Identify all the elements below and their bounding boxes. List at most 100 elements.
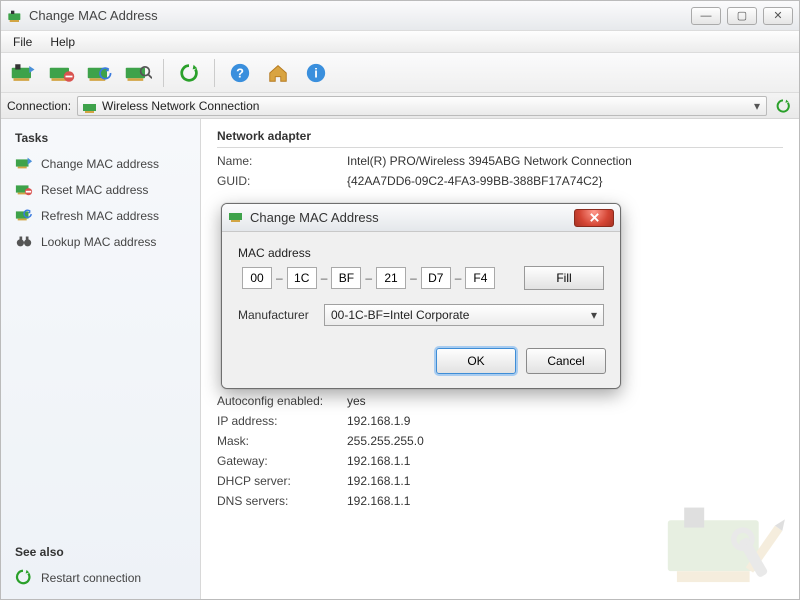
nic-arrow-icon: [15, 155, 33, 173]
maximize-button[interactable]: ▢: [727, 7, 757, 25]
task-refresh-mac[interactable]: Refresh MAC address: [1, 203, 200, 229]
menu-file[interactable]: File: [5, 33, 40, 51]
change-mac-dialog: Change MAC Address MAC address – – – – –…: [221, 203, 621, 389]
kv-key: Autoconfig enabled:: [217, 394, 347, 408]
kv-key: GUID:: [217, 174, 347, 188]
binoculars-icon: [15, 233, 33, 251]
kv-key: DHCP server:: [217, 474, 347, 488]
dash-separator: –: [455, 271, 462, 285]
toolbar-refresh-mac[interactable]: [83, 58, 117, 88]
toolbar-help[interactable]: ?: [223, 58, 257, 88]
kv-row: DNS servers: 192.168.1.1: [217, 494, 783, 508]
window-buttons: — ▢ ✕: [691, 7, 793, 25]
kv-key: Mask:: [217, 434, 347, 448]
dash-separator: –: [365, 271, 372, 285]
toolbar-separator: [163, 59, 164, 87]
toolbar-change-mac[interactable]: [7, 58, 41, 88]
cancel-button[interactable]: Cancel: [526, 348, 606, 374]
tasks-heading: Tasks: [15, 131, 186, 145]
task-reset-mac[interactable]: Reset MAC address: [1, 177, 200, 203]
dialog-buttons: OK Cancel: [222, 340, 620, 388]
kv-key: IP address:: [217, 414, 347, 428]
sidebar: Tasks Change MAC address Reset MAC addre…: [1, 119, 201, 599]
nic-refresh-icon: [15, 207, 33, 225]
refresh-icon: [15, 569, 33, 587]
dash-separator: –: [410, 271, 417, 285]
manufacturer-selected: 00-1C-BF=Intel Corporate: [331, 308, 469, 322]
task-restart-connection[interactable]: Restart connection: [1, 565, 200, 591]
app-icon: [7, 8, 23, 24]
connection-select[interactable]: Wireless Network Connection: [77, 96, 767, 116]
task-label: Lookup MAC address: [41, 235, 156, 249]
kv-row: Autoconfig enabled: yes: [217, 394, 783, 408]
manufacturer-row: Manufacturer 00-1C-BF=Intel Corporate: [238, 304, 604, 326]
watermark-icon: [661, 493, 791, 593]
mac-octet-5[interactable]: [421, 267, 451, 289]
connection-selected: Wireless Network Connection: [102, 99, 259, 113]
mac-octet-6[interactable]: [465, 267, 495, 289]
kv-key: Name:: [217, 154, 347, 168]
task-change-mac[interactable]: Change MAC address: [1, 151, 200, 177]
dialog-close-button[interactable]: [574, 209, 614, 227]
divider: [217, 147, 783, 148]
window-title: Change MAC Address: [29, 8, 691, 23]
kv-value: yes: [347, 394, 366, 408]
dialog-body: MAC address – – – – – Fill Manufacturer …: [222, 232, 620, 340]
kv-value: Intel(R) PRO/Wireless 3945ABG Network Co…: [347, 154, 632, 168]
toolbar-lookup-mac[interactable]: [121, 58, 155, 88]
mac-input-row: – – – – – Fill: [242, 266, 604, 290]
svg-text:i: i: [314, 65, 318, 80]
kv-key: Gateway:: [217, 454, 347, 468]
manufacturer-label: Manufacturer: [238, 308, 316, 322]
task-label: Restart connection: [41, 571, 141, 585]
toolbar-about[interactable]: i: [299, 58, 333, 88]
close-button[interactable]: ✕: [763, 7, 793, 25]
kv-row: GUID: {42AA7DD6-09C2-4FA3-99BB-388BF17A7…: [217, 174, 783, 188]
menu-help[interactable]: Help: [42, 33, 83, 51]
dialog-titlebar: Change MAC Address: [222, 204, 620, 232]
mac-label: MAC address: [238, 246, 604, 260]
toolbar-reset-mac[interactable]: [45, 58, 79, 88]
kv-value: 192.168.1.1: [347, 474, 410, 488]
section-heading: Network adapter: [217, 129, 783, 143]
see-also-heading: See also: [15, 545, 186, 559]
nic-icon: [82, 99, 98, 115]
toolbar-home[interactable]: [261, 58, 295, 88]
task-lookup-mac[interactable]: Lookup MAC address: [1, 229, 200, 255]
toolbar: ? i: [1, 53, 799, 93]
mac-octet-1[interactable]: [242, 267, 272, 289]
app-window: Change MAC Address — ▢ ✕ File Help ?: [0, 0, 800, 600]
kv-row: Mask: 255.255.255.0: [217, 434, 783, 448]
kv-value: 255.255.255.0: [347, 434, 424, 448]
kv-value: 192.168.1.9: [347, 414, 410, 428]
connection-refresh[interactable]: [773, 96, 793, 116]
mac-octet-3[interactable]: [331, 267, 361, 289]
mac-octet-2[interactable]: [287, 267, 317, 289]
manufacturer-select[interactable]: 00-1C-BF=Intel Corporate: [324, 304, 604, 326]
connection-label: Connection:: [7, 99, 71, 113]
ok-button[interactable]: OK: [436, 348, 516, 374]
dash-separator: –: [321, 271, 328, 285]
kv-value: 192.168.1.1: [347, 494, 410, 508]
task-label: Change MAC address: [41, 157, 159, 171]
svg-text:?: ?: [236, 65, 244, 80]
kv-key: DNS servers:: [217, 494, 347, 508]
app-icon: [228, 208, 244, 227]
toolbar-refresh[interactable]: [172, 58, 206, 88]
kv-row: Name: Intel(R) PRO/Wireless 3945ABG Netw…: [217, 154, 783, 168]
kv-value: 192.168.1.1: [347, 454, 410, 468]
nic-reset-icon: [15, 181, 33, 199]
menubar: File Help: [1, 31, 799, 53]
connection-bar: Connection: Wireless Network Connection: [1, 93, 799, 119]
kv-row: IP address: 192.168.1.9: [217, 414, 783, 428]
dialog-title: Change MAC Address: [250, 210, 574, 225]
mac-octet-4[interactable]: [376, 267, 406, 289]
minimize-button[interactable]: —: [691, 7, 721, 25]
kv-row: DHCP server: 192.168.1.1: [217, 474, 783, 488]
task-label: Refresh MAC address: [41, 209, 159, 223]
fill-button[interactable]: Fill: [524, 266, 604, 290]
titlebar: Change MAC Address — ▢ ✕: [1, 1, 799, 31]
kv-row: Gateway: 192.168.1.1: [217, 454, 783, 468]
dash-separator: –: [276, 271, 283, 285]
toolbar-separator: [214, 59, 215, 87]
